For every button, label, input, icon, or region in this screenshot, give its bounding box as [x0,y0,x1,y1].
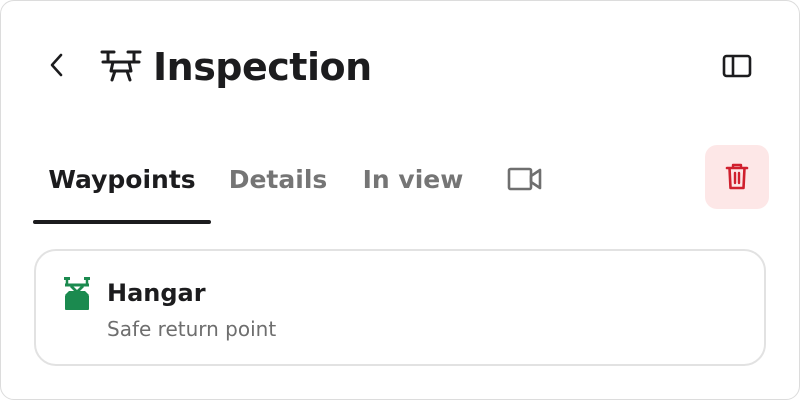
video-camera-icon [507,167,542,191]
chevron-left-icon [50,53,63,77]
tab-bar: Waypoints Details In view [33,141,573,225]
panel-header: Inspection [1,1,799,131]
delete-button[interactable] [705,145,769,209]
tab-in-view[interactable]: In view [355,141,471,217]
drone-hangar-icon [64,277,90,310]
panel-toggle-button[interactable] [717,47,757,85]
page-title: Inspection [153,45,372,89]
tab-waypoints[interactable]: Waypoints [33,141,211,217]
back-button[interactable] [39,47,75,83]
trash-icon [725,163,749,190]
sidebar-panel-icon [722,54,752,78]
waypoint-name: Hangar [107,279,206,307]
waypoint-description: Safe return point [107,317,277,341]
active-tab-indicator [33,220,211,224]
inspection-panel: Inspection Waypoints Details In view Han… [0,0,800,400]
drone-icon [100,50,142,82]
waypoint-card[interactable]: Hangar Safe return point [34,249,766,366]
tab-video[interactable] [495,141,555,217]
tab-details[interactable]: Details [221,141,335,217]
